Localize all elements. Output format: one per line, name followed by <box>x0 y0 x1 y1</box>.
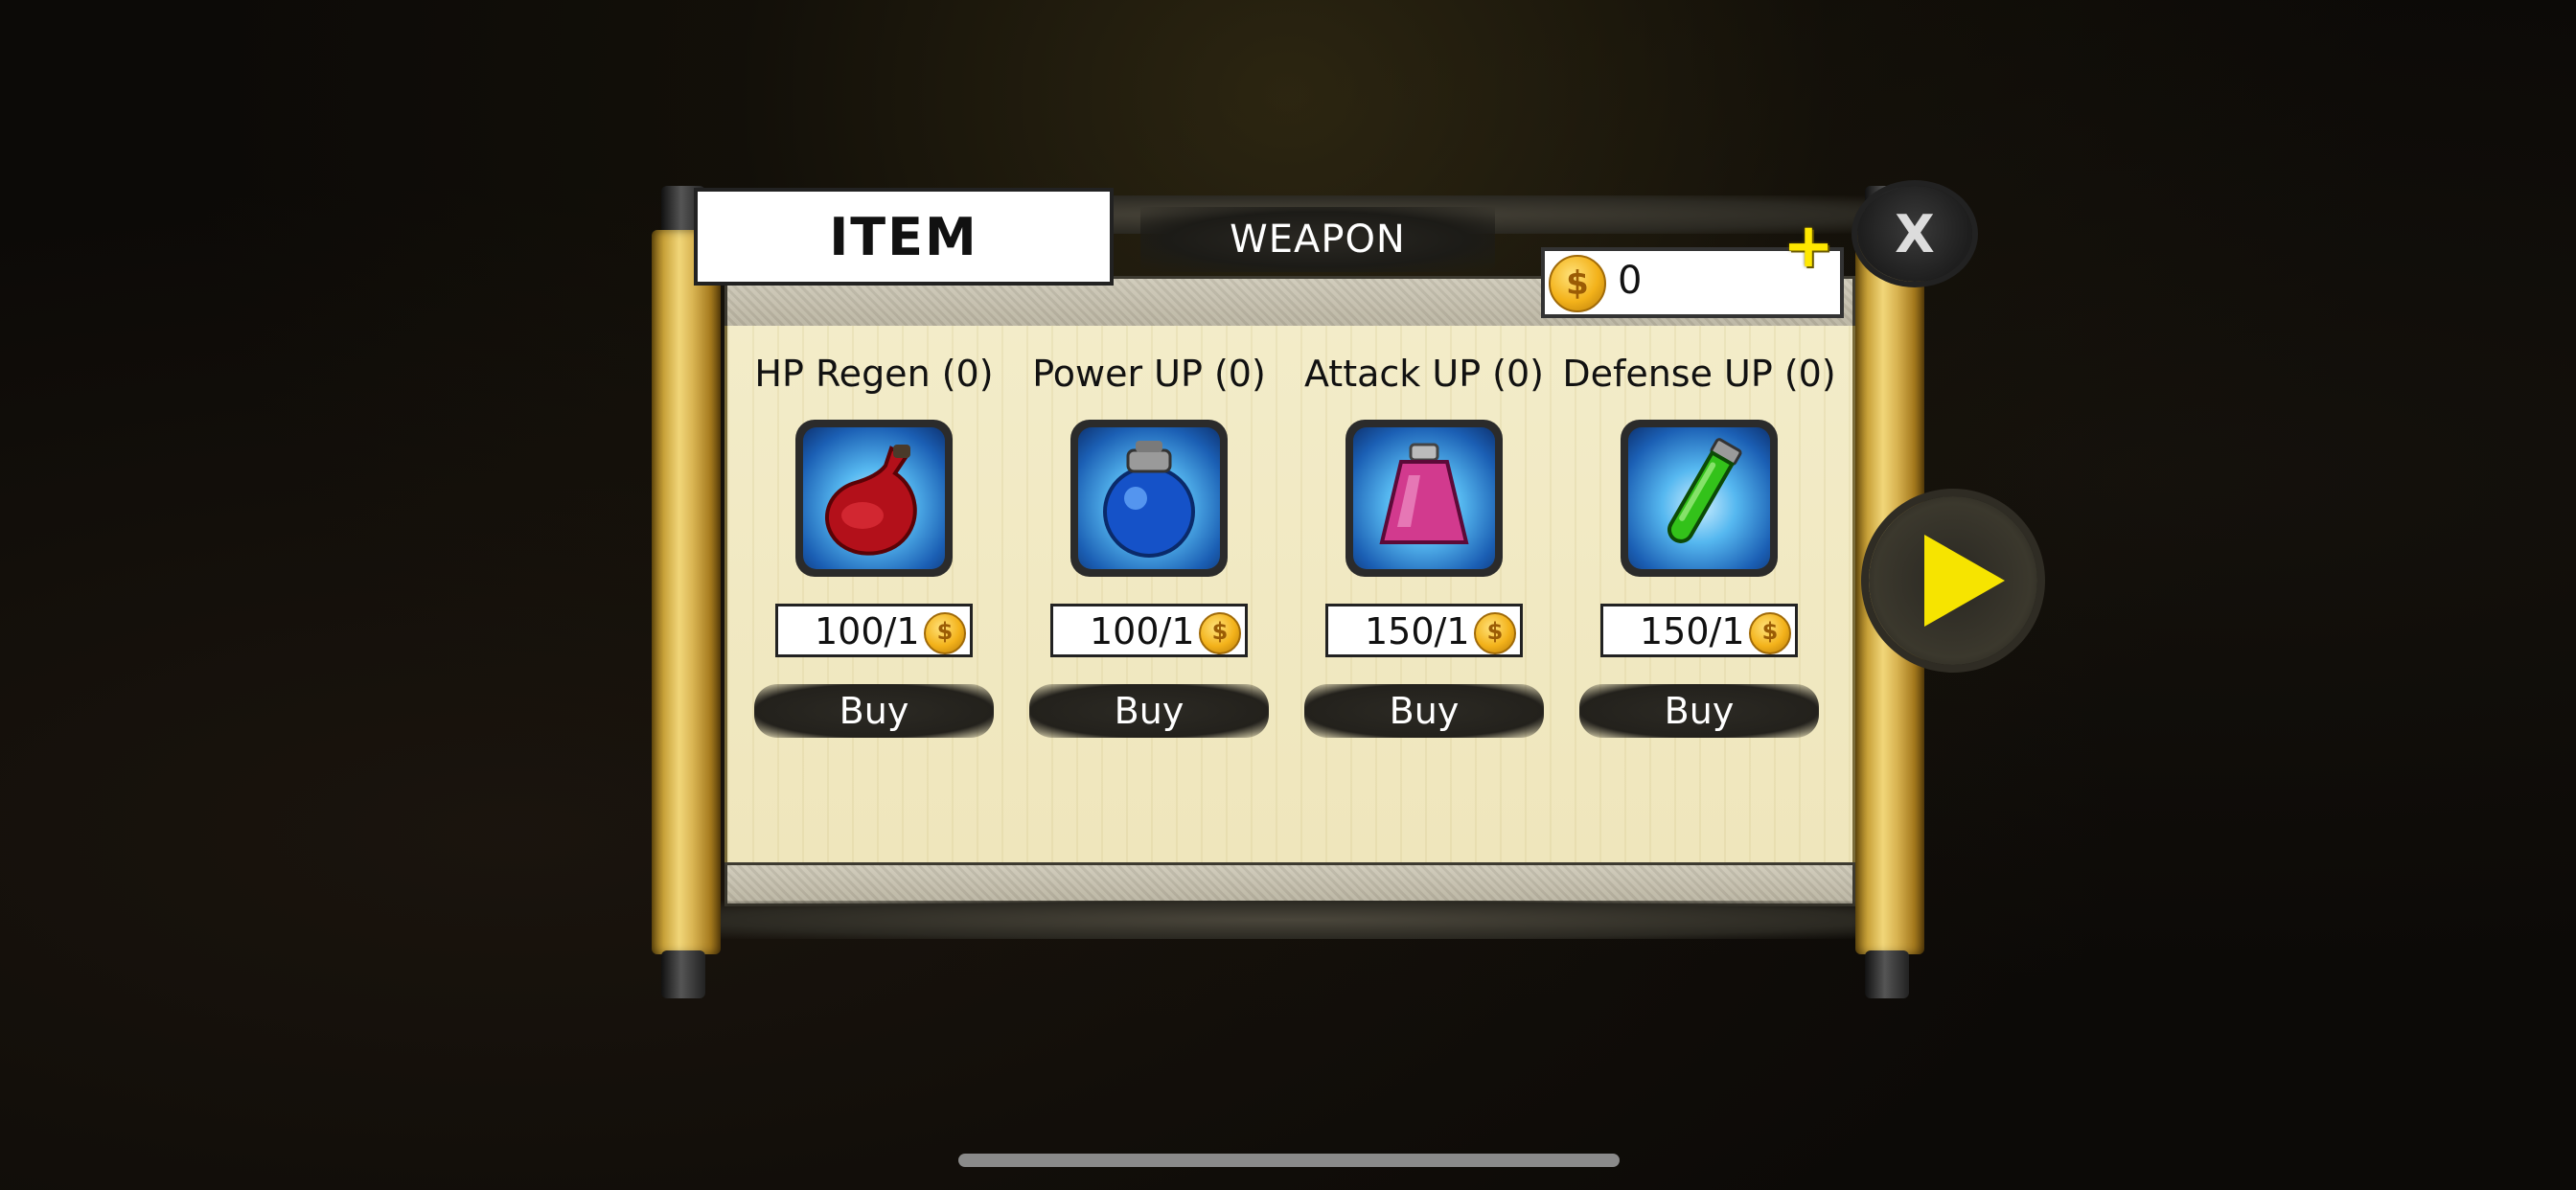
shop-item-defense-up: Defense UP (0) 150/1 $ Buy <box>1561 353 1837 738</box>
scroll-bottom-edge <box>709 901 1869 939</box>
item-frame[interactable] <box>1621 420 1778 577</box>
blue-potion-icon <box>1103 441 1195 558</box>
scroll-left-cap-bottom <box>661 950 705 998</box>
buy-button[interactable]: Buy <box>1029 684 1269 738</box>
shop-item-power-up: Power UP (0) 100/1 $ Buy <box>1011 353 1287 738</box>
item-price: 150/1 <box>1365 610 1470 652</box>
price-box: 150/1 $ <box>1600 604 1798 657</box>
item-name: Attack UP (0) <box>1303 353 1545 395</box>
item-frame[interactable] <box>1070 420 1228 577</box>
item-frame[interactable] <box>1346 420 1503 577</box>
close-button[interactable]: X <box>1857 186 1972 282</box>
item-frame[interactable] <box>795 420 953 577</box>
price-box: 150/1 $ <box>1325 604 1523 657</box>
coin-icon: $ <box>1474 612 1516 654</box>
buy-button[interactable]: Buy <box>1304 684 1544 738</box>
tab-item[interactable]: ITEM <box>694 188 1114 286</box>
shop-item-attack-up: Attack UP (0) 150/1 $ Buy <box>1286 353 1562 738</box>
close-icon: X <box>1895 203 1935 264</box>
red-potion-icon <box>825 445 917 556</box>
coin-icon: $ <box>1749 612 1791 654</box>
scroll-left-rod <box>652 230 721 954</box>
item-price: 100/1 <box>815 610 920 652</box>
item-price: 100/1 <box>1090 610 1195 652</box>
coin-icon: $ <box>1549 255 1606 312</box>
item-price: 150/1 <box>1640 610 1745 652</box>
buy-button[interactable]: Buy <box>1579 684 1819 738</box>
add-coins-button[interactable]: + <box>1782 216 1834 277</box>
scroll-right-cap-bottom <box>1865 950 1909 998</box>
green-potion-icon <box>1668 438 1742 543</box>
coin-value: 0 <box>1618 259 1643 303</box>
play-icon <box>1924 535 2005 627</box>
item-name: Defense UP (0) <box>1562 353 1836 395</box>
home-indicator[interactable] <box>958 1154 1620 1167</box>
price-box: 100/1 $ <box>1050 604 1248 657</box>
coin-icon: $ <box>924 612 966 654</box>
tab-weapon[interactable]: WEAPON <box>1140 207 1495 272</box>
pink-potion-icon <box>1379 443 1469 544</box>
item-name: HP Regen (0) <box>754 353 994 395</box>
buy-button[interactable]: Buy <box>754 684 994 738</box>
coin-icon: $ <box>1199 612 1241 654</box>
price-box: 100/1 $ <box>775 604 973 657</box>
shop-item-hp-regen: HP Regen (0) 100/1 $ Buy <box>736 353 1012 738</box>
play-button[interactable] <box>1869 496 2037 665</box>
item-name: Power UP (0) <box>1032 353 1266 395</box>
